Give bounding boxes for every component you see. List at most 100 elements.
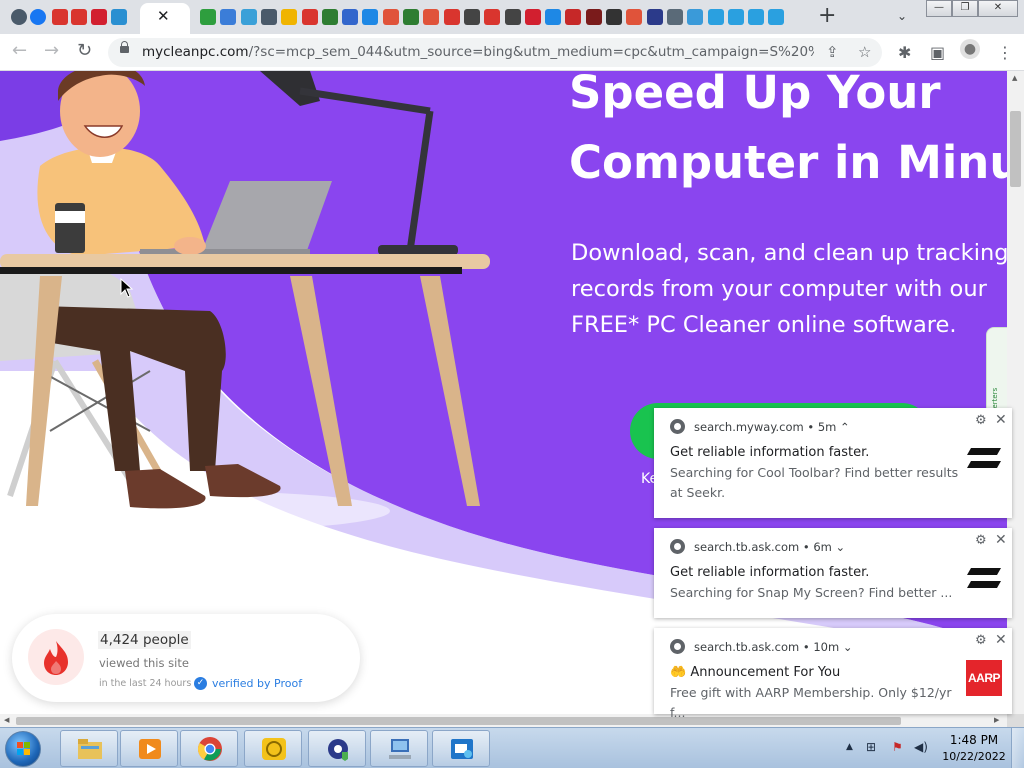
recycle-favicon-icon[interactable]: [666, 9, 683, 25]
ask-favicon-icon[interactable]: [524, 9, 541, 25]
notification-card[interactable]: search.myway.com • 5m ⌃ ⚙ ✕ Get reliable…: [654, 408, 1012, 518]
close-window-button[interactable]: ✕: [978, 0, 1018, 17]
dash-favicon-icon[interactable]: [707, 9, 724, 25]
f-favicon-icon[interactable]: [585, 9, 602, 25]
photo-favicon-icon[interactable]: [687, 9, 704, 25]
mw-favicon-icon[interactable]: [71, 9, 87, 25]
show-desktop-button[interactable]: [1011, 728, 1024, 768]
sheet-favicon-icon[interactable]: [403, 9, 419, 25]
sheet-favicon-icon[interactable]: [321, 9, 338, 25]
close-icon[interactable]: ✕: [995, 632, 1007, 648]
tab-search-button[interactable]: ⌄: [897, 9, 907, 23]
globe-favicon-icon[interactable]: [260, 9, 277, 25]
chevron-down-icon[interactable]: ⌄: [836, 540, 846, 554]
coupon-favicon-icon[interactable]: [281, 9, 298, 25]
notification-card[interactable]: search.tb.ask.com • 6m ⌄ ⚙ ✕ Get reliabl…: [654, 528, 1012, 618]
verified-check-icon: ✓: [194, 677, 207, 690]
close-icon[interactable]: ✕: [995, 412, 1007, 428]
flame-icon: [28, 629, 84, 685]
download-favicon-icon[interactable]: [111, 9, 127, 25]
yellow-app-icon: [262, 738, 286, 760]
taskbar-explorer[interactable]: [60, 730, 118, 767]
map-favicon-icon[interactable]: [220, 9, 237, 25]
address-bar[interactable]: mycleanpc.com/?sc=mcp_sem_044&utm_source…: [108, 38, 882, 67]
lock-icon[interactable]: [120, 41, 129, 53]
taskbar-chrome[interactable]: [180, 730, 238, 767]
hero-subtitle-line: FREE* PC Cleaner online software.: [571, 312, 957, 338]
globe-favicon-icon[interactable]: [11, 9, 27, 25]
seekr-logo-icon: [967, 448, 1001, 468]
menu-icon[interactable]: ⋮: [997, 43, 1013, 62]
download-green-favicon-icon[interactable]: [200, 9, 216, 25]
media-player-icon: [139, 739, 161, 759]
taskbar-app-yellow[interactable]: [244, 730, 302, 767]
back-button[interactable]: ←: [12, 40, 27, 61]
bolt-favicon-icon[interactable]: [362, 9, 379, 25]
rainbow-favicon-icon[interactable]: [423, 9, 440, 25]
scroll-up-icon[interactable]: ▲: [1012, 74, 1017, 82]
restore-button[interactable]: ❐: [952, 0, 978, 17]
bus-favicon-icon[interactable]: [342, 9, 359, 25]
action-center-flag-icon[interactable]: ⚑: [892, 740, 903, 754]
minimize-button[interactable]: —: [926, 0, 952, 17]
gear-favicon-icon[interactable]: [646, 9, 663, 25]
person-hand: [174, 237, 206, 255]
f-favicon-icon[interactable]: [565, 9, 582, 25]
gear-icon[interactable]: ⚙: [975, 413, 987, 428]
rainbow-favicon-icon[interactable]: [626, 9, 643, 25]
bookmark-star-icon[interactable]: ☆: [858, 43, 871, 61]
volume-icon[interactable]: ◀): [914, 740, 928, 754]
vevo-favicon-icon[interactable]: [463, 9, 480, 25]
mw-favicon-icon[interactable]: [301, 9, 318, 25]
side-panel-icon[interactable]: ▣: [930, 43, 945, 62]
proof-time-text: in the last 24 hours: [99, 678, 192, 689]
taskbar-settings-app[interactable]: [308, 730, 366, 767]
extensions-icon[interactable]: ✱: [898, 43, 911, 62]
proof-verified-link[interactable]: verified by Proof: [212, 677, 302, 690]
social-proof-widget[interactable]: 4,424 people viewed this site in the las…: [12, 614, 360, 702]
url-text[interactable]: mycleanpc.com/?sc=mcp_sem_044&utm_source…: [142, 44, 814, 60]
new-tab-button[interactable]: +: [818, 3, 836, 28]
mw-favicon-icon[interactable]: [484, 9, 501, 25]
chrome-icon: [670, 639, 685, 654]
bolt-favicon-icon[interactable]: [545, 9, 562, 25]
rainbow-favicon-icon[interactable]: [382, 9, 399, 25]
dash-favicon-icon[interactable]: [727, 9, 744, 25]
chevron-up-icon[interactable]: ⌃: [840, 420, 850, 434]
taskbar-network-app[interactable]: [370, 730, 428, 767]
notification-source: search.myway.com • 5m ⌃: [694, 420, 850, 434]
notification-separator: •: [802, 540, 810, 554]
chevron-down-icon[interactable]: ⌄: [843, 640, 853, 654]
share-icon[interactable]: ⇪: [826, 43, 839, 61]
ask-favicon-icon[interactable]: [91, 9, 107, 25]
gear-icon[interactable]: ⚙: [975, 533, 987, 548]
clock-time[interactable]: 1:48 PM: [948, 733, 1000, 747]
taskbar-media-player[interactable]: [120, 730, 178, 767]
video-favicon-icon[interactable]: [606, 9, 622, 25]
safari-favicon-icon[interactable]: [240, 9, 257, 25]
close-icon[interactable]: ✕: [995, 532, 1007, 548]
windows-flag-icon: [17, 742, 30, 755]
taskbar-remote-app[interactable]: [432, 730, 490, 767]
gear-icon[interactable]: ⚙: [975, 633, 987, 648]
tab-close-icon[interactable]: ✕: [157, 7, 170, 25]
dash-favicon-icon[interactable]: [748, 9, 765, 25]
profile-icon[interactable]: ●: [960, 39, 980, 59]
scroll-left-icon[interactable]: ◀: [4, 716, 9, 724]
vevo-favicon-icon[interactable]: [504, 9, 521, 25]
vertical-scroll-thumb[interactable]: [1010, 111, 1021, 187]
windows-taskbar: ▲ ⊞ ⚑ ◀) 1:48 PM 10/22/2022: [0, 727, 1024, 768]
mw-favicon-icon[interactable]: [52, 9, 68, 25]
clock-date[interactable]: 10/22/2022: [940, 750, 1008, 763]
network-tray-icon[interactable]: ⊞: [866, 740, 876, 754]
mw-favicon-icon[interactable]: [443, 9, 460, 25]
mouse-cursor-icon: [120, 278, 134, 298]
facebook-favicon-icon[interactable]: [30, 9, 46, 25]
forward-button[interactable]: →: [44, 40, 59, 61]
reload-button[interactable]: ↻: [77, 40, 92, 61]
notification-card[interactable]: search.tb.ask.com • 10m ⌄ ⚙ ✕ 🤲 Announce…: [654, 628, 1012, 720]
tray-expand-icon[interactable]: ▲: [846, 742, 853, 752]
scroll-right-icon[interactable]: ▶: [994, 716, 999, 724]
start-button[interactable]: [5, 731, 41, 767]
dash-favicon-icon[interactable]: [768, 9, 785, 25]
